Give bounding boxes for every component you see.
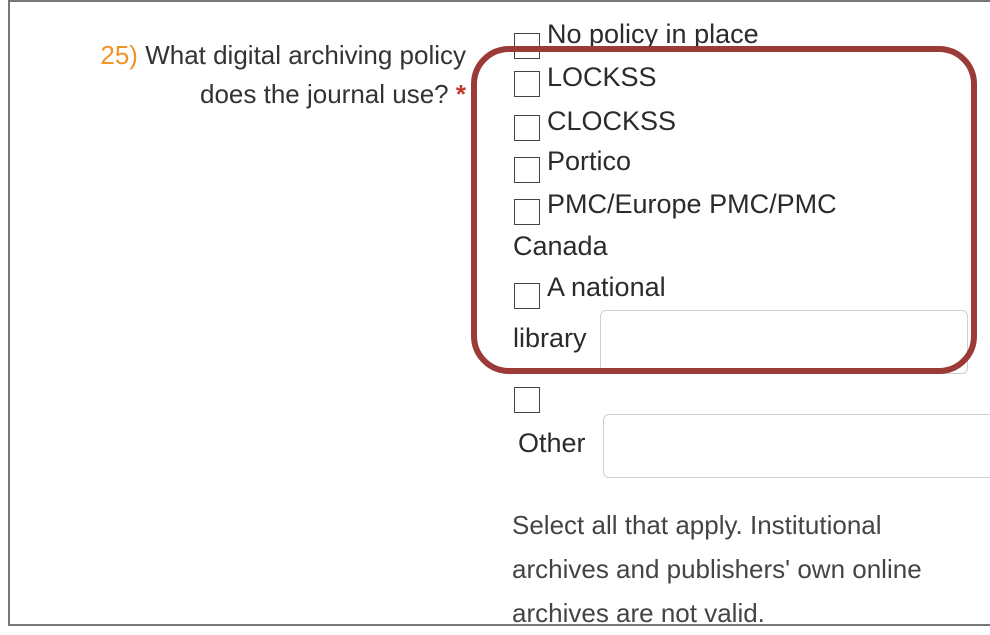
question-text-line1: What digital archiving policy bbox=[145, 40, 466, 70]
checkbox-other[interactable] bbox=[514, 387, 540, 413]
national-library-input[interactable] bbox=[600, 310, 968, 374]
question-text-line2: does the journal use? bbox=[200, 79, 449, 109]
help-text: Select all that apply. Institutional arc… bbox=[512, 510, 922, 628]
checkbox-portico[interactable] bbox=[514, 157, 540, 183]
label-pmc-line2: Canada bbox=[513, 231, 608, 261]
other-input[interactable] bbox=[603, 414, 990, 478]
label-lockss: LOCKSS bbox=[547, 62, 657, 92]
checkbox-lockss[interactable] bbox=[514, 71, 540, 97]
required-asterisk: * bbox=[455, 79, 466, 109]
label-clockss: CLOCKSS bbox=[547, 106, 677, 136]
label-national-line1: A national bbox=[547, 272, 666, 302]
checkbox-national-library[interactable] bbox=[514, 283, 540, 309]
checkbox-pmc[interactable] bbox=[514, 199, 540, 225]
checkbox-clockss[interactable] bbox=[514, 115, 540, 141]
checkbox-no-policy[interactable] bbox=[514, 33, 540, 59]
label-other: Other bbox=[518, 428, 586, 458]
label-no-policy: No policy in place bbox=[547, 19, 759, 49]
question-number: 25) bbox=[100, 40, 138, 70]
label-national-line2: library bbox=[513, 323, 587, 353]
label-pmc-line1: PMC/Europe PMC/PMC bbox=[547, 189, 837, 219]
question-label: 25) What digital archiving policy does t… bbox=[36, 36, 466, 114]
label-portico: Portico bbox=[547, 146, 632, 176]
